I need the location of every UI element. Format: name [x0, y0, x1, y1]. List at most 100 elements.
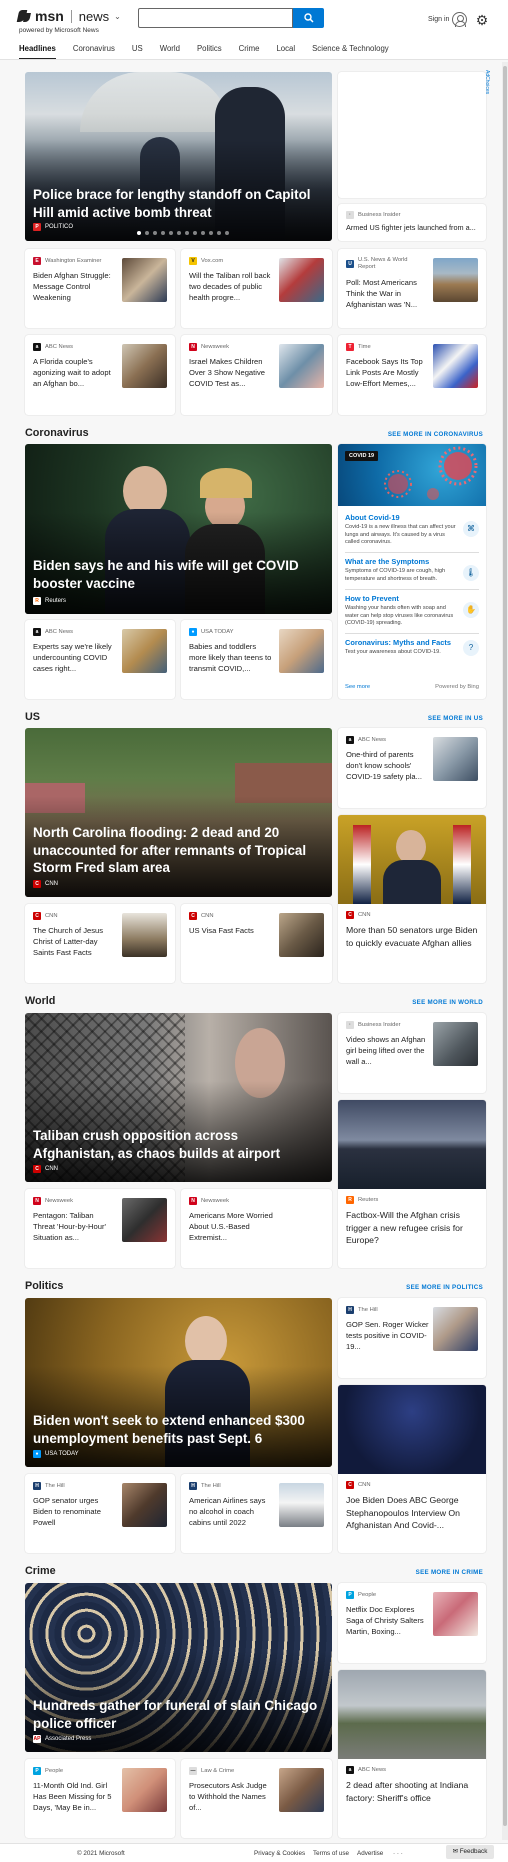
nav-crime[interactable]: Crime	[239, 44, 260, 60]
nav-us[interactable]: US	[132, 44, 143, 60]
headline-small-card[interactable]: V Vox.com Will the Taliban roll back two …	[181, 249, 332, 328]
card-title[interactable]: More than 50 senators urge Biden to quic…	[346, 924, 478, 949]
card-title[interactable]: Netflix Doc Explores Saga of Christy Sal…	[346, 1604, 430, 1637]
covid-item-about[interactable]: About Covid-19 Covid-19 is a new illness…	[345, 513, 479, 547]
chevron-down-icon[interactable]: ⌄	[114, 12, 121, 21]
coronavirus-hero-card[interactable]: Biden says he and his wife will get COVI…	[25, 444, 332, 614]
hero-title[interactable]: Hundreds gather for funeral of slain Chi…	[33, 1697, 318, 1732]
sign-in-link[interactable]: Sign in	[428, 16, 449, 23]
nav-science-technology[interactable]: Science & Technology	[312, 44, 389, 60]
more-menu[interactable]: · · ·	[393, 1850, 403, 1857]
card-title[interactable]: Will the Taliban roll back two decades o…	[189, 270, 273, 303]
covid-item-prevent[interactable]: How to Prevent Washing your hands often …	[345, 594, 479, 628]
nav-local[interactable]: Local	[276, 44, 295, 60]
coronavirus-small-card[interactable]: a ABC News Experts say we're likely under…	[25, 620, 175, 699]
hero-title[interactable]: Biden won't seek to extend enhanced $300…	[33, 1412, 318, 1447]
us-small-card[interactable]: C CNN The Church of Jesus Christ of Latte…	[25, 904, 175, 983]
card-title[interactable]: 2 dead after shooting at Indiana factory…	[346, 1779, 478, 1804]
see-more-link[interactable]: See more	[345, 684, 370, 690]
search-input[interactable]	[138, 8, 293, 28]
coronavirus-small-card[interactable]: ● USA TODAY Babies and toddlers more like…	[181, 620, 332, 699]
covid-item-title[interactable]: About Covid-19	[345, 513, 479, 522]
carousel-dots[interactable]	[137, 231, 229, 235]
carousel-dot[interactable]	[201, 231, 205, 235]
world-right-card[interactable]: · Business Insider Video shows an Afghan …	[338, 1013, 486, 1093]
covid-item-title[interactable]: Coronavirus: Myths and Facts	[345, 638, 479, 647]
carousel-dot[interactable]	[225, 231, 229, 235]
nav-politics[interactable]: Politics	[197, 44, 222, 60]
carousel-dot[interactable]	[193, 231, 197, 235]
card-title[interactable]: Armed US fighter jets launched from a...	[346, 223, 478, 233]
scrollbar-thumb[interactable]	[503, 66, 507, 1826]
adchoices-link[interactable]: AdChoices	[484, 70, 490, 94]
carousel-dot[interactable]	[169, 231, 173, 235]
us-big-card[interactable]: C CNN More than 50 senators urge Biden to…	[338, 815, 486, 983]
card-title[interactable]: Experts say we're likely undercounting C…	[33, 641, 117, 674]
carousel-dot[interactable]	[145, 231, 149, 235]
hero-title[interactable]: Police brace for lengthy standoff on Cap…	[33, 186, 318, 221]
headline-small-card[interactable]: U U.S. News & World Report Poll: Most Ame…	[338, 249, 486, 328]
covid-item-title[interactable]: How to Prevent	[345, 594, 479, 603]
world-small-card[interactable]: N Newsweek Americans More Worried About U…	[181, 1189, 332, 1268]
card-title[interactable]: Pentagon: Taliban Threat 'Hour-by-Hour' …	[33, 1210, 117, 1243]
see-more-coronavirus[interactable]: SEE MORE IN CORONAVIRUS	[388, 431, 483, 438]
headline-small-card[interactable]: N Newsweek Israel Makes Children Over 3 S…	[181, 335, 332, 415]
headline-small-card[interactable]: E Washington Examiner Biden Afghan Strugg…	[25, 249, 175, 328]
gear-icon[interactable]: ⚙	[475, 13, 489, 27]
see-more-crime[interactable]: SEE MORE IN CRIME	[416, 1569, 483, 1576]
card-title[interactable]: Biden Afghan Struggle: Message Control W…	[33, 270, 117, 303]
section-name[interactable]: news	[79, 9, 109, 24]
card-title[interactable]: Babies and toddlers more likely than tee…	[189, 641, 273, 674]
card-title[interactable]: 11-Month Old Ind. Girl Has Been Missing …	[33, 1780, 117, 1813]
politics-small-card[interactable]: H The Hill GOP senator urges Biden to ren…	[25, 1474, 175, 1553]
crime-small-card[interactable]: P People 11-Month Old Ind. Girl Has Been …	[25, 1759, 175, 1838]
politics-right-card[interactable]: H The Hill GOP Sen. Roger Wicker tests po…	[338, 1298, 486, 1378]
covid-item-title[interactable]: What are the Symptoms	[345, 557, 479, 566]
politics-hero-card[interactable]: Biden won't seek to extend enhanced $300…	[25, 1298, 332, 1467]
carousel-dot[interactable]	[185, 231, 189, 235]
us-small-card[interactable]: C CNN US Visa Fast Facts	[181, 904, 332, 983]
us-right-card[interactable]: a ABC News One-third of parents don't kno…	[338, 728, 486, 808]
see-more-world[interactable]: SEE MORE IN WORLD	[412, 999, 483, 1006]
card-title[interactable]: American Airlines says no alcohol in coa…	[189, 1495, 273, 1528]
card-title[interactable]: Americans More Worried About U.S.-Based …	[189, 1210, 273, 1243]
carousel-dot[interactable]	[153, 231, 157, 235]
headline-small-card[interactable]: a ABC News A Florida couple's agonizing w…	[25, 335, 175, 415]
privacy-link[interactable]: Privacy & Cookies	[254, 1850, 305, 1857]
hero-title[interactable]: North Carolina flooding: 2 dead and 20 u…	[33, 824, 318, 877]
headline-small-card[interactable]: T Time Facebook Says Its Top Link Posts A…	[338, 335, 486, 415]
covid-item-myths[interactable]: Coronavirus: Myths and Facts Test your a…	[345, 638, 479, 657]
card-title[interactable]: Facebook Says Its Top Link Posts Are Mos…	[346, 356, 430, 389]
feedback-button[interactable]: ✉ Feedback	[446, 1845, 494, 1859]
avatar-icon[interactable]	[452, 12, 467, 27]
crime-small-card[interactable]: — Law & Crime Prosecutors Ask Judge to Wi…	[181, 1759, 332, 1838]
card-title[interactable]: Israel Makes Children Over 3 Show Negati…	[189, 356, 273, 389]
headline-hero-card[interactable]: Police brace for lengthy standoff on Cap…	[25, 72, 332, 241]
card-title[interactable]: US Visa Fast Facts	[189, 925, 273, 936]
terms-link[interactable]: Terms of use	[313, 1850, 349, 1857]
politics-big-card[interactable]: C CNN Joe Biden Does ABC George Stephanop…	[338, 1385, 486, 1553]
card-title[interactable]: Video shows an Afghan girl being lifted …	[346, 1034, 430, 1067]
hero-title[interactable]: Biden says he and his wife will get COVI…	[33, 557, 318, 592]
crime-hero-card[interactable]: Hundreds gather for funeral of slain Chi…	[25, 1583, 332, 1752]
world-big-card[interactable]: R Reuters Factbox-Will the Afghan crisis …	[338, 1100, 486, 1268]
card-title[interactable]: Prosecutors Ask Judge to Withhold the Na…	[189, 1780, 273, 1813]
carousel-dot[interactable]	[209, 231, 213, 235]
headline-right-card[interactable]: · Business Insider Armed US fighter jets…	[338, 204, 486, 241]
msn-logo[interactable]: msn news ⌄	[18, 8, 121, 24]
hero-title[interactable]: Taliban crush opposition across Afghanis…	[33, 1127, 318, 1162]
covid-item-symptoms[interactable]: What are the Symptoms Symptoms of COVID-…	[345, 557, 479, 583]
see-more-politics[interactable]: SEE MORE IN POLITICS	[406, 1284, 483, 1291]
carousel-dot[interactable]	[137, 231, 141, 235]
advertise-link[interactable]: Advertise	[357, 1850, 383, 1857]
card-title[interactable]: Joe Biden Does ABC George Stephanopoulos…	[346, 1494, 478, 1532]
card-title[interactable]: GOP senator urges Biden to renominate Po…	[33, 1495, 117, 1528]
politics-small-card[interactable]: H The Hill American Airlines says no alco…	[181, 1474, 332, 1553]
see-more-us[interactable]: SEE MORE IN US	[428, 715, 483, 722]
crime-big-card[interactable]: a ABC News 2 dead after shooting at India…	[338, 1670, 486, 1838]
carousel-dot[interactable]	[177, 231, 181, 235]
card-title[interactable]: One-third of parents don't know schools'…	[346, 749, 430, 782]
search-button[interactable]	[293, 8, 324, 28]
card-title[interactable]: GOP Sen. Roger Wicker tests positive in …	[346, 1319, 430, 1352]
carousel-dot[interactable]	[161, 231, 165, 235]
